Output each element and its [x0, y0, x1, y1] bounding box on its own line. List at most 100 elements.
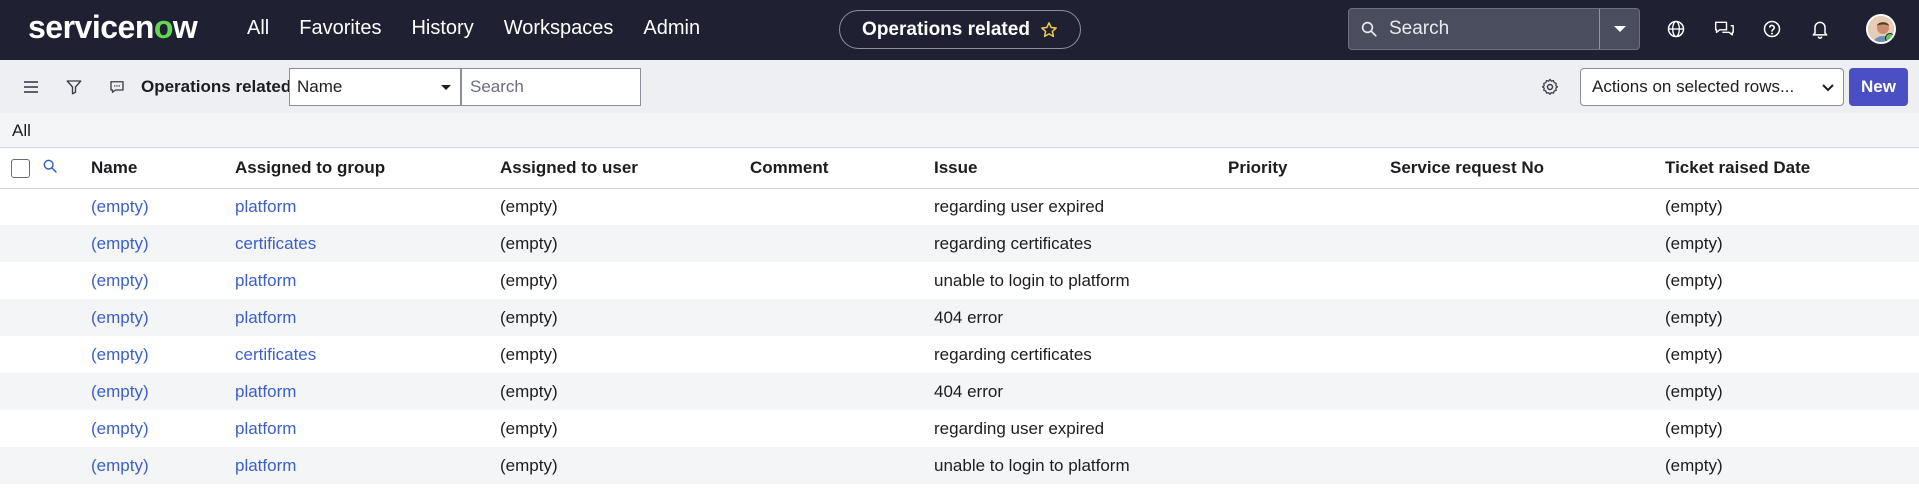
cell-assigned-group[interactable]: certificates [235, 336, 500, 373]
cell-name[interactable]: (empty) [91, 336, 235, 373]
nav-item-admin[interactable]: Admin [643, 17, 700, 40]
cell-priority [1228, 188, 1390, 225]
new-button[interactable]: New [1849, 68, 1908, 106]
table-row[interactable]: (empty) platform (empty) regarding user exp… [0, 410, 1919, 447]
cell-comment [750, 373, 934, 410]
cell-priority [1228, 447, 1390, 484]
cell-ticket-raised-date: (empty) [1665, 455, 1723, 475]
cell-issue: unable to login to platform [934, 455, 1130, 475]
search-field-value: Name [297, 77, 343, 96]
logo-o: o [153, 9, 174, 45]
main-menu: All Favorites History Workspaces Admin [247, 17, 730, 40]
search-field-select[interactable]: Name [289, 68, 461, 106]
row-spacer-cell [42, 373, 91, 410]
caret-down-icon [1613, 26, 1626, 32]
cell-name[interactable]: (empty) [91, 299, 235, 336]
cell-service-request-no [1390, 447, 1665, 484]
cell-ticket-raised-date: (empty) [1665, 344, 1723, 364]
column-header-comment[interactable]: Comment [750, 149, 934, 188]
global-search-input[interactable]: Search [1389, 18, 1599, 40]
row-checkbox-cell [0, 336, 42, 373]
column-header-priority[interactable]: Priority [1228, 149, 1390, 188]
cell-ticket-raised-date: (empty) [1665, 270, 1723, 290]
table-row[interactable]: (empty) platform (empty) unable to login to… [0, 447, 1919, 484]
cell-priority [1228, 373, 1390, 410]
cell-issue: regarding user expired [934, 418, 1105, 438]
select-all-checkbox[interactable] [11, 158, 30, 178]
cell-assigned-user: (empty) [500, 455, 558, 475]
row-checkbox-cell [0, 225, 42, 262]
cell-assigned-user: (empty) [500, 344, 558, 364]
search-scope-dropdown[interactable] [1599, 9, 1639, 49]
column-search-cell [42, 149, 91, 188]
cell-name[interactable]: (empty) [91, 373, 235, 410]
cell-service-request-no [1390, 225, 1665, 262]
column-header-issue[interactable]: Issue [934, 149, 1228, 188]
hamburger-icon[interactable] [20, 76, 42, 98]
actions-select[interactable]: Actions on selected rows... [1580, 68, 1844, 106]
context-pill-label: Operations related [862, 18, 1030, 40]
context-pill[interactable]: Operations related [839, 10, 1081, 49]
row-spacer-cell [42, 188, 91, 225]
cell-comment [750, 447, 934, 484]
table-row[interactable]: (empty) certificates (empty) regarding cert… [0, 225, 1919, 262]
nav-item-all[interactable]: All [247, 17, 269, 40]
cell-name[interactable]: (empty) [91, 188, 235, 225]
cell-assigned-group[interactable]: platform [235, 262, 500, 299]
table-body: (empty) platform (empty) regarding user exp… [0, 188, 1919, 484]
search-icon[interactable] [42, 158, 58, 174]
column-header-assigned-group[interactable]: Assigned to group [235, 149, 500, 188]
nav-item-favorites[interactable]: Favorites [299, 17, 381, 40]
list-search-input[interactable]: Search [461, 68, 641, 106]
logo-text-end: w [172, 9, 198, 45]
cell-name[interactable]: (empty) [91, 262, 235, 299]
row-spacer-cell [42, 336, 91, 373]
table-row[interactable]: (empty) platform (empty) 404 error (empty) [0, 299, 1919, 336]
breadcrumb-all[interactable]: All [12, 121, 31, 141]
user-avatar[interactable] [1866, 14, 1896, 44]
help-icon[interactable] [1760, 15, 1784, 43]
cell-assigned-group[interactable]: platform [235, 299, 500, 336]
cell-name[interactable]: (empty) [91, 225, 235, 262]
table-row[interactable]: (empty) platform (empty) unable to login to… [0, 262, 1919, 299]
column-header-name[interactable]: Name [91, 149, 235, 188]
column-header-ticket-raised-date[interactable]: Ticket raised Date [1665, 149, 1919, 188]
gear-icon[interactable] [1540, 77, 1562, 99]
globe-icon[interactable] [1664, 15, 1688, 43]
top-navigation: servicenow All Favorites History Workspa… [0, 0, 1919, 60]
column-header-assigned-user[interactable]: Assigned to user [500, 149, 750, 188]
global-search[interactable]: Search [1348, 8, 1640, 50]
column-header-service-request-no[interactable]: Service request No [1390, 149, 1665, 188]
cell-priority [1228, 336, 1390, 373]
cell-assigned-group[interactable]: platform [235, 447, 500, 484]
cell-name[interactable]: (empty) [91, 447, 235, 484]
table-row[interactable]: (empty) platform (empty) 404 error (empty) [0, 373, 1919, 410]
cell-comment [750, 188, 934, 225]
filter-icon[interactable] [63, 76, 85, 98]
presence-indicator [1885, 33, 1894, 42]
actions-select-value: Actions on selected rows... [1592, 77, 1795, 96]
cell-ticket-raised-date: (empty) [1665, 233, 1723, 253]
bell-icon[interactable] [1808, 15, 1832, 43]
star-icon[interactable] [1040, 21, 1058, 39]
cell-assigned-group[interactable]: platform [235, 373, 500, 410]
records-table: Name Assigned to group Assigned to user … [0, 149, 1919, 484]
nav-item-workspaces[interactable]: Workspaces [504, 17, 614, 40]
cell-issue: regarding certificates [934, 233, 1092, 253]
cell-assigned-group[interactable]: platform [235, 188, 500, 225]
table-row[interactable]: (empty) certificates (empty) regarding cert… [0, 336, 1919, 373]
chevron-down-icon [1822, 84, 1834, 92]
cell-assigned-group[interactable]: certificates [235, 225, 500, 262]
cell-issue: 404 error [934, 307, 1003, 327]
row-checkbox-cell [0, 410, 42, 447]
cell-name[interactable]: (empty) [91, 410, 235, 447]
cell-ticket-raised-date: (empty) [1665, 307, 1723, 327]
list-context-menu-icon[interactable] [106, 76, 128, 98]
nav-item-history[interactable]: History [411, 17, 473, 40]
servicenow-logo[interactable]: servicenow [28, 9, 198, 46]
cell-assigned-user: (empty) [500, 418, 558, 438]
caret-down-icon [441, 85, 451, 90]
table-row[interactable]: (empty) platform (empty) regarding user exp… [0, 188, 1919, 225]
cell-assigned-group[interactable]: platform [235, 410, 500, 447]
chat-icon[interactable] [1712, 15, 1736, 43]
